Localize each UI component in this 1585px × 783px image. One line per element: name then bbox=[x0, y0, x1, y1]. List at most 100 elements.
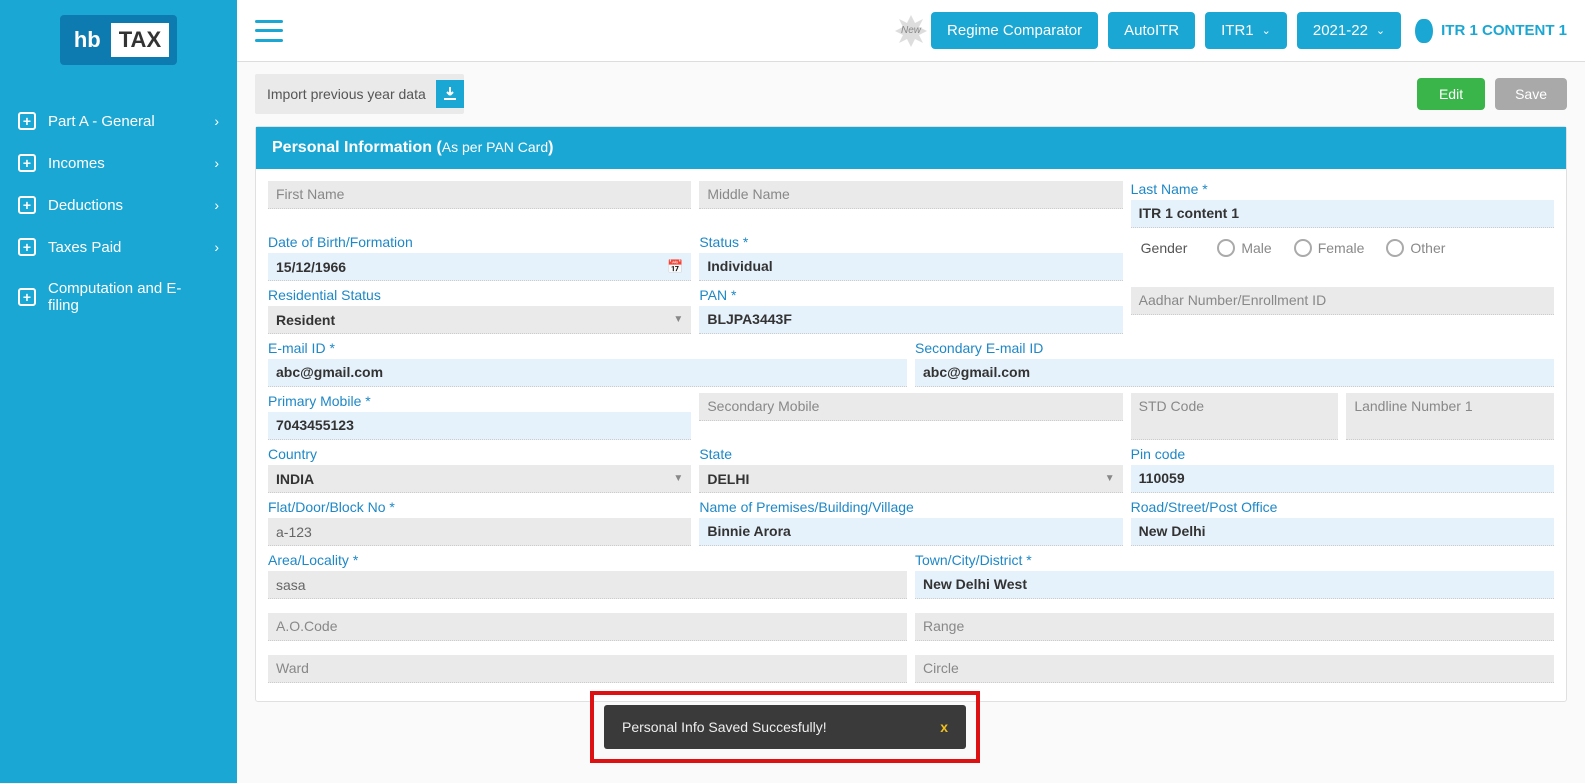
email-label: E-mail ID * bbox=[268, 340, 907, 356]
plus-icon: + bbox=[18, 196, 36, 214]
road-field[interactable]: New Delhi bbox=[1131, 518, 1554, 546]
plus-icon: + bbox=[18, 288, 36, 306]
aadhar-field[interactable]: Aadhar Number/Enrollment ID bbox=[1131, 287, 1554, 315]
pin-label: Pin code bbox=[1131, 446, 1554, 462]
gender-female-radio[interactable]: Female bbox=[1294, 239, 1365, 257]
toast-highlight: Personal Info Saved Succesfully! x bbox=[590, 691, 980, 763]
middle-name-field[interactable]: Middle Name bbox=[699, 181, 1122, 209]
landline-field[interactable]: Landline Number 1 bbox=[1346, 393, 1554, 440]
user-badge[interactable]: ITR 1 CONTENT 1 bbox=[1415, 19, 1567, 43]
year-dropdown[interactable]: 2021-22⌄ bbox=[1297, 12, 1401, 49]
ward-field[interactable]: Ward bbox=[268, 655, 907, 683]
logo: hb TAX bbox=[0, 0, 237, 80]
area-label: Area/Locality * bbox=[268, 552, 907, 568]
import-label: Import previous year data bbox=[267, 86, 426, 102]
state-label: State bbox=[699, 446, 1122, 462]
download-icon bbox=[436, 80, 464, 108]
sidebar-item-taxes-paid[interactable]: + Taxes Paid › bbox=[0, 226, 237, 268]
chevron-right-icon: › bbox=[214, 239, 219, 255]
autoitr-button[interactable]: AutoITR bbox=[1108, 12, 1195, 49]
std-code-field[interactable]: STD Code bbox=[1131, 393, 1339, 440]
pan-label: PAN * bbox=[699, 287, 1122, 303]
flat-label: Flat/Door/Block No * bbox=[268, 499, 691, 515]
last-name-field[interactable]: ITR 1 content 1 bbox=[1131, 200, 1554, 228]
import-previous-year[interactable]: Import previous year data bbox=[255, 74, 464, 114]
ao-code-field[interactable]: A.O.Code bbox=[268, 613, 907, 641]
circle-field[interactable]: Circle bbox=[915, 655, 1554, 683]
user-name: ITR 1 CONTENT 1 bbox=[1441, 22, 1567, 39]
action-bar: Import previous year data Edit Save bbox=[255, 74, 1567, 114]
gender-male-radio[interactable]: Male bbox=[1217, 239, 1271, 257]
res-status-select[interactable]: Resident▼ bbox=[268, 306, 691, 334]
itr-dropdown[interactable]: ITR1⌄ bbox=[1205, 12, 1287, 49]
premises-field[interactable]: Binnie Arora bbox=[699, 518, 1122, 546]
topbar: New Regime Comparator AutoITR ITR1⌄ 2021… bbox=[237, 0, 1585, 62]
country-select[interactable]: INDIA▼ bbox=[268, 465, 691, 493]
sidebar: hb TAX + Part A - General › + Incomes › … bbox=[0, 0, 237, 783]
plus-icon: + bbox=[18, 238, 36, 256]
road-label: Road/Street/Post Office bbox=[1131, 499, 1554, 515]
chevron-down-icon: ⌄ bbox=[1262, 24, 1271, 37]
radio-icon bbox=[1217, 239, 1235, 257]
last-name-label: Last Name * bbox=[1131, 181, 1554, 197]
sec-mobile-field[interactable]: Secondary Mobile bbox=[699, 393, 1122, 421]
hamburger-icon[interactable] bbox=[255, 20, 283, 42]
content: Import previous year data Edit Save Pers… bbox=[237, 62, 1585, 783]
pin-field[interactable]: 110059 bbox=[1131, 465, 1554, 493]
sidebar-item-computation[interactable]: + Computation and E-filing bbox=[0, 268, 237, 326]
chevron-down-icon: ▼ bbox=[673, 314, 683, 325]
chevron-right-icon: › bbox=[214, 155, 219, 171]
pri-mobile-field[interactable]: 7043455123 bbox=[268, 412, 691, 440]
sidebar-item-label: Taxes Paid bbox=[48, 239, 219, 256]
town-label: Town/City/District * bbox=[915, 552, 1554, 568]
chevron-down-icon: ▼ bbox=[1105, 473, 1115, 484]
town-field[interactable]: New Delhi West bbox=[915, 571, 1554, 599]
country-label: Country bbox=[268, 446, 691, 462]
sec-email-label: Secondary E-mail ID bbox=[915, 340, 1554, 356]
plus-icon: + bbox=[18, 112, 36, 130]
area-field[interactable]: sasa bbox=[268, 571, 907, 599]
new-badge: New bbox=[893, 13, 929, 49]
success-toast: Personal Info Saved Succesfully! x bbox=[604, 705, 966, 749]
gender-label: Gender bbox=[1141, 240, 1188, 256]
pan-field[interactable]: BLJPA3443F bbox=[699, 306, 1122, 334]
dob-label: Date of Birth/Formation bbox=[268, 234, 691, 250]
chevron-right-icon: › bbox=[214, 197, 219, 213]
logo-hb: hb bbox=[68, 23, 107, 57]
dob-field[interactable]: 15/12/1966📅 bbox=[268, 253, 691, 281]
status-label: Status * bbox=[699, 234, 1122, 250]
sidebar-item-label: Computation and E-filing bbox=[48, 280, 219, 314]
form: First Name Middle Name Last Name * ITR 1… bbox=[256, 169, 1566, 701]
sec-email-field[interactable]: abc@gmail.com bbox=[915, 359, 1554, 387]
chevron-down-icon: ⌄ bbox=[1376, 24, 1385, 37]
radio-icon bbox=[1386, 239, 1404, 257]
state-select[interactable]: DELHI▼ bbox=[699, 465, 1122, 493]
calendar-icon: 📅 bbox=[667, 259, 683, 275]
range-field[interactable]: Range bbox=[915, 613, 1554, 641]
sidebar-nav: + Part A - General › + Incomes › + Deduc… bbox=[0, 80, 237, 346]
sidebar-item-incomes[interactable]: + Incomes › bbox=[0, 142, 237, 184]
close-icon[interactable]: x bbox=[940, 719, 948, 735]
sidebar-item-part-a[interactable]: + Part A - General › bbox=[0, 100, 237, 142]
sidebar-item-label: Deductions bbox=[48, 197, 219, 214]
flat-field[interactable]: a-123 bbox=[268, 518, 691, 546]
gender-other-radio[interactable]: Other bbox=[1386, 239, 1445, 257]
save-button[interactable]: Save bbox=[1495, 78, 1567, 110]
personal-info-panel: Personal Information (As per PAN Card) F… bbox=[255, 126, 1567, 702]
first-name-field[interactable]: First Name bbox=[268, 181, 691, 209]
chevron-down-icon: ▼ bbox=[673, 473, 683, 484]
status-field[interactable]: Individual bbox=[699, 253, 1122, 281]
main: New Regime Comparator AutoITR ITR1⌄ 2021… bbox=[237, 0, 1585, 783]
pri-mobile-label: Primary Mobile * bbox=[268, 393, 691, 409]
email-field[interactable]: abc@gmail.com bbox=[268, 359, 907, 387]
premises-label: Name of Premises/Building/Village bbox=[699, 499, 1122, 515]
logo-tax: TAX bbox=[111, 23, 169, 57]
regime-comparator-button[interactable]: Regime Comparator bbox=[931, 12, 1098, 49]
sidebar-item-label: Incomes bbox=[48, 155, 219, 172]
gender-group: Gender Male Female Other bbox=[1131, 234, 1554, 262]
sidebar-item-label: Part A - General bbox=[48, 113, 219, 130]
res-status-label: Residential Status bbox=[268, 287, 691, 303]
sidebar-item-deductions[interactable]: + Deductions › bbox=[0, 184, 237, 226]
plus-icon: + bbox=[18, 154, 36, 172]
edit-button[interactable]: Edit bbox=[1417, 78, 1485, 110]
